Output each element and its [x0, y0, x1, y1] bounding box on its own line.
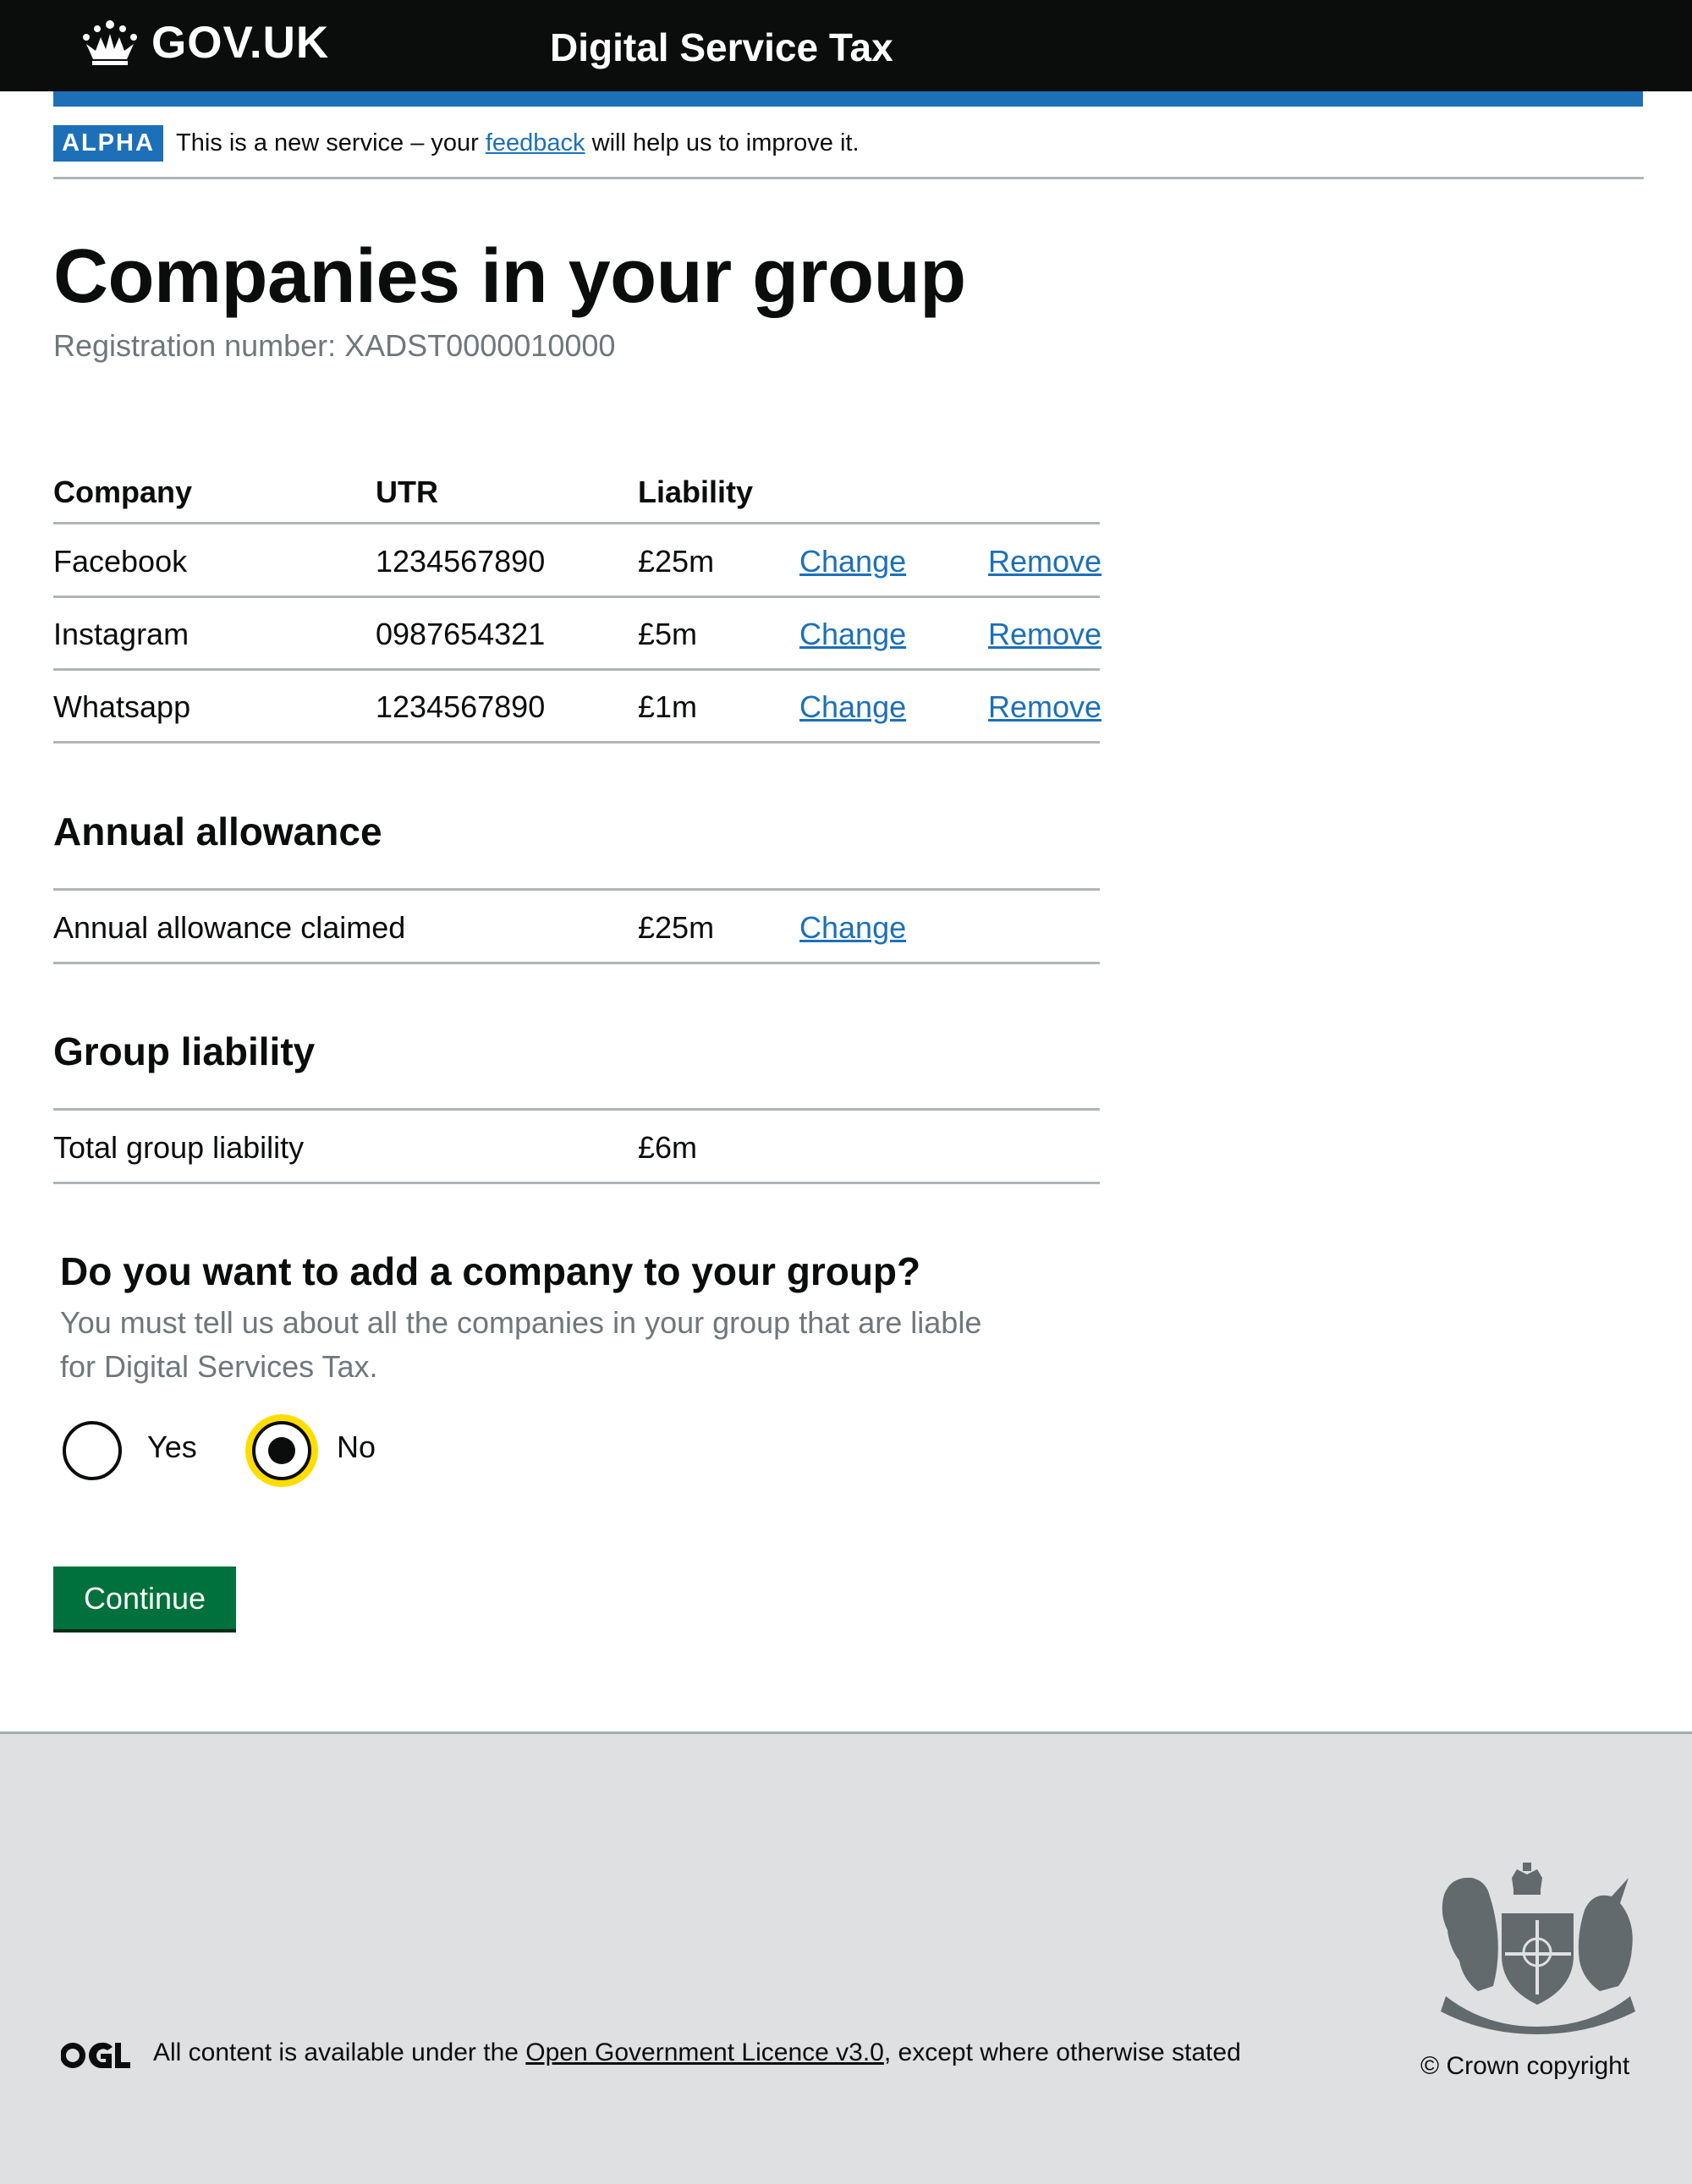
radio-yes-label: Yes — [147, 1429, 197, 1464]
column-header-utr: UTR — [376, 475, 438, 509]
company-name: Whatsapp — [53, 689, 191, 724]
radio-no-label: No — [337, 1429, 376, 1464]
radio-yes-input[interactable] — [63, 1421, 122, 1480]
annual-allowance-row: Annual allowance claimed £25m Change — [53, 888, 1100, 964]
radio-no-input[interactable] — [252, 1421, 311, 1480]
change-link[interactable]: Change — [799, 689, 906, 725]
site-footer: All content is available under the Open … — [0, 1731, 1692, 2184]
site-header: GOV.UK Digital Service Tax — [0, 0, 1692, 91]
page-title: Companies in your group — [53, 234, 966, 319]
companies-table-header: Company UTR Liability — [53, 474, 1100, 524]
registration-number: Registration number: XADST0000010000 — [53, 328, 616, 363]
phase-text-before: This is a new service – your — [176, 129, 486, 156]
table-row: Instagram 0987654321 £5m Change Remove — [53, 597, 1101, 671]
header-blue-bar — [53, 91, 1643, 107]
crown-copyright-link[interactable]: © Crown copyright — [1420, 2052, 1629, 2080]
licence-text-after: , except where otherwise stated — [883, 2039, 1241, 2066]
radio-yes[interactable]: Yes — [63, 1421, 197, 1480]
continue-button[interactable]: Continue — [53, 1567, 236, 1629]
crown-icon — [83, 20, 137, 65]
annual-allowance-heading: Annual allowance — [53, 809, 382, 853]
group-liability-heading: Group liability — [53, 1029, 316, 1073]
crown-copyright[interactable]: © Crown copyright — [1420, 2052, 1629, 2081]
ogl-link[interactable]: Open Government Licence v3.0 — [525, 2039, 884, 2066]
change-link[interactable]: Change — [799, 616, 906, 652]
company-name: Instagram — [53, 617, 190, 651]
group-liability-row: Total group liability £6m — [53, 1108, 1100, 1184]
company-utr: 1234567890 — [376, 689, 546, 724]
feedback-link[interactable]: feedback — [486, 129, 585, 156]
column-header-liability: Liability — [638, 475, 754, 509]
radio-no[interactable]: No — [252, 1421, 376, 1480]
change-link[interactable]: Change — [799, 543, 906, 579]
add-company-hint: You must tell us about all the companies… — [60, 1305, 982, 1384]
table-row: Facebook 1234567890 £25m Change Remove — [53, 524, 1101, 598]
remove-link[interactable]: Remove — [988, 543, 1101, 579]
annual-allowance-label: Annual allowance claimed — [53, 910, 406, 945]
group-liability-label: Total group liability — [53, 1130, 305, 1165]
ogl-icon — [61, 2042, 130, 2068]
govuk-logo-link[interactable]: GOV.UK — [80, 19, 329, 66]
govuk-logotype: GOV.UK — [151, 17, 330, 68]
annual-allowance-value: £25m — [638, 910, 715, 945]
change-allowance-link[interactable]: Change — [799, 909, 906, 946]
company-liability: £25m — [638, 544, 715, 579]
group-liability-value: £6m — [638, 1130, 698, 1165]
phase-banner-text: This is a new service – your feedback wi… — [176, 128, 860, 160]
company-liability: £1m — [638, 689, 698, 724]
royal-coat-of-arms-icon — [1441, 1863, 1635, 2034]
phase-banner: ALPHA This is a new service – your feedb… — [53, 123, 1644, 179]
licence-text: All content is available under the Open … — [153, 2039, 1241, 2067]
remove-link[interactable]: Remove — [988, 689, 1101, 725]
remove-link[interactable]: Remove — [988, 616, 1101, 652]
company-name: Facebook — [53, 544, 188, 579]
column-header-company: Company — [53, 475, 193, 509]
company-utr: 1234567890 — [376, 544, 546, 579]
licence-text-before: All content is available under the — [153, 2039, 526, 2066]
table-row: Whatsapp 1234567890 £1m Change Remove — [53, 670, 1101, 744]
phase-tag: ALPHA — [53, 125, 163, 162]
company-liability: £5m — [638, 617, 698, 651]
add-company-question: Do you want to add a company to your gro… — [60, 1249, 921, 1293]
service-name-link[interactable]: Digital Service Tax — [550, 28, 893, 67]
company-utr: 0987654321 — [376, 617, 546, 651]
phase-text-after: will help us to improve it. — [585, 129, 860, 156]
